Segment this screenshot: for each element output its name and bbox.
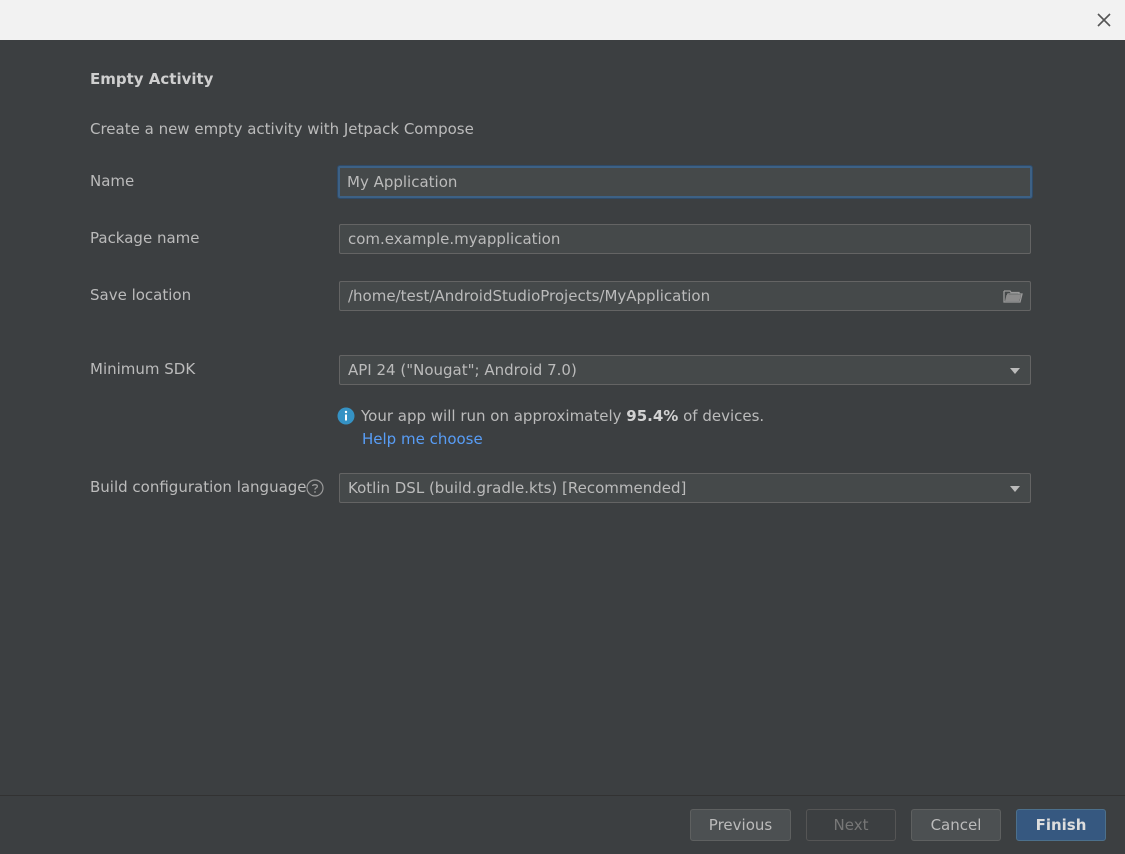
device-coverage-info: Your app will run on approximately 95.4%… <box>337 407 764 425</box>
name-input[interactable] <box>338 166 1032 198</box>
folder-icon <box>1003 290 1023 303</box>
browse-folder-button[interactable] <box>1002 287 1024 305</box>
minimum-sdk-dropdown[interactable]: API 24 ("Nougat"; Android 7.0) <box>339 355 1031 385</box>
minimum-sdk-value: API 24 ("Nougat"; Android 7.0) <box>348 361 577 379</box>
build-config-language-dropdown[interactable]: Kotlin DSL (build.gradle.kts) [Recommend… <box>339 473 1031 503</box>
package-name-label: Package name <box>90 229 200 247</box>
close-icon <box>1097 13 1111 27</box>
package-name-input[interactable] <box>339 224 1031 254</box>
minimum-sdk-label: Minimum SDK <box>90 360 196 378</box>
title-bar <box>0 0 1125 40</box>
device-coverage-text: Your app will run on approximately 95.4%… <box>361 407 764 425</box>
close-button[interactable] <box>1093 9 1115 31</box>
footer-divider <box>0 795 1125 796</box>
previous-button[interactable]: Previous <box>690 809 791 841</box>
cancel-button[interactable]: Cancel <box>911 809 1001 841</box>
question-mark-icon[interactable] <box>306 479 324 497</box>
coverage-percent: 95.4% <box>626 407 679 425</box>
name-label: Name <box>90 172 135 190</box>
save-location-label: Save location <box>90 286 192 304</box>
next-button[interactable]: Next <box>806 809 896 841</box>
chevron-down-icon <box>1010 368 1020 374</box>
coverage-suffix: of devices. <box>678 407 765 425</box>
finish-button[interactable]: Finish <box>1016 809 1106 841</box>
page-title: Empty Activity <box>90 70 214 88</box>
save-location-input[interactable] <box>339 281 1031 311</box>
build-config-language-value: Kotlin DSL (build.gradle.kts) [Recommend… <box>348 479 687 497</box>
chevron-down-icon <box>1010 486 1020 492</box>
help-me-choose-link[interactable]: Help me choose <box>362 430 483 448</box>
coverage-prefix: Your app will run on approximately <box>361 407 627 425</box>
build-config-language-label: Build configuration language <box>90 478 307 496</box>
info-icon <box>337 407 355 425</box>
page-description: Create a new empty activity with Jetpack… <box>90 120 474 138</box>
